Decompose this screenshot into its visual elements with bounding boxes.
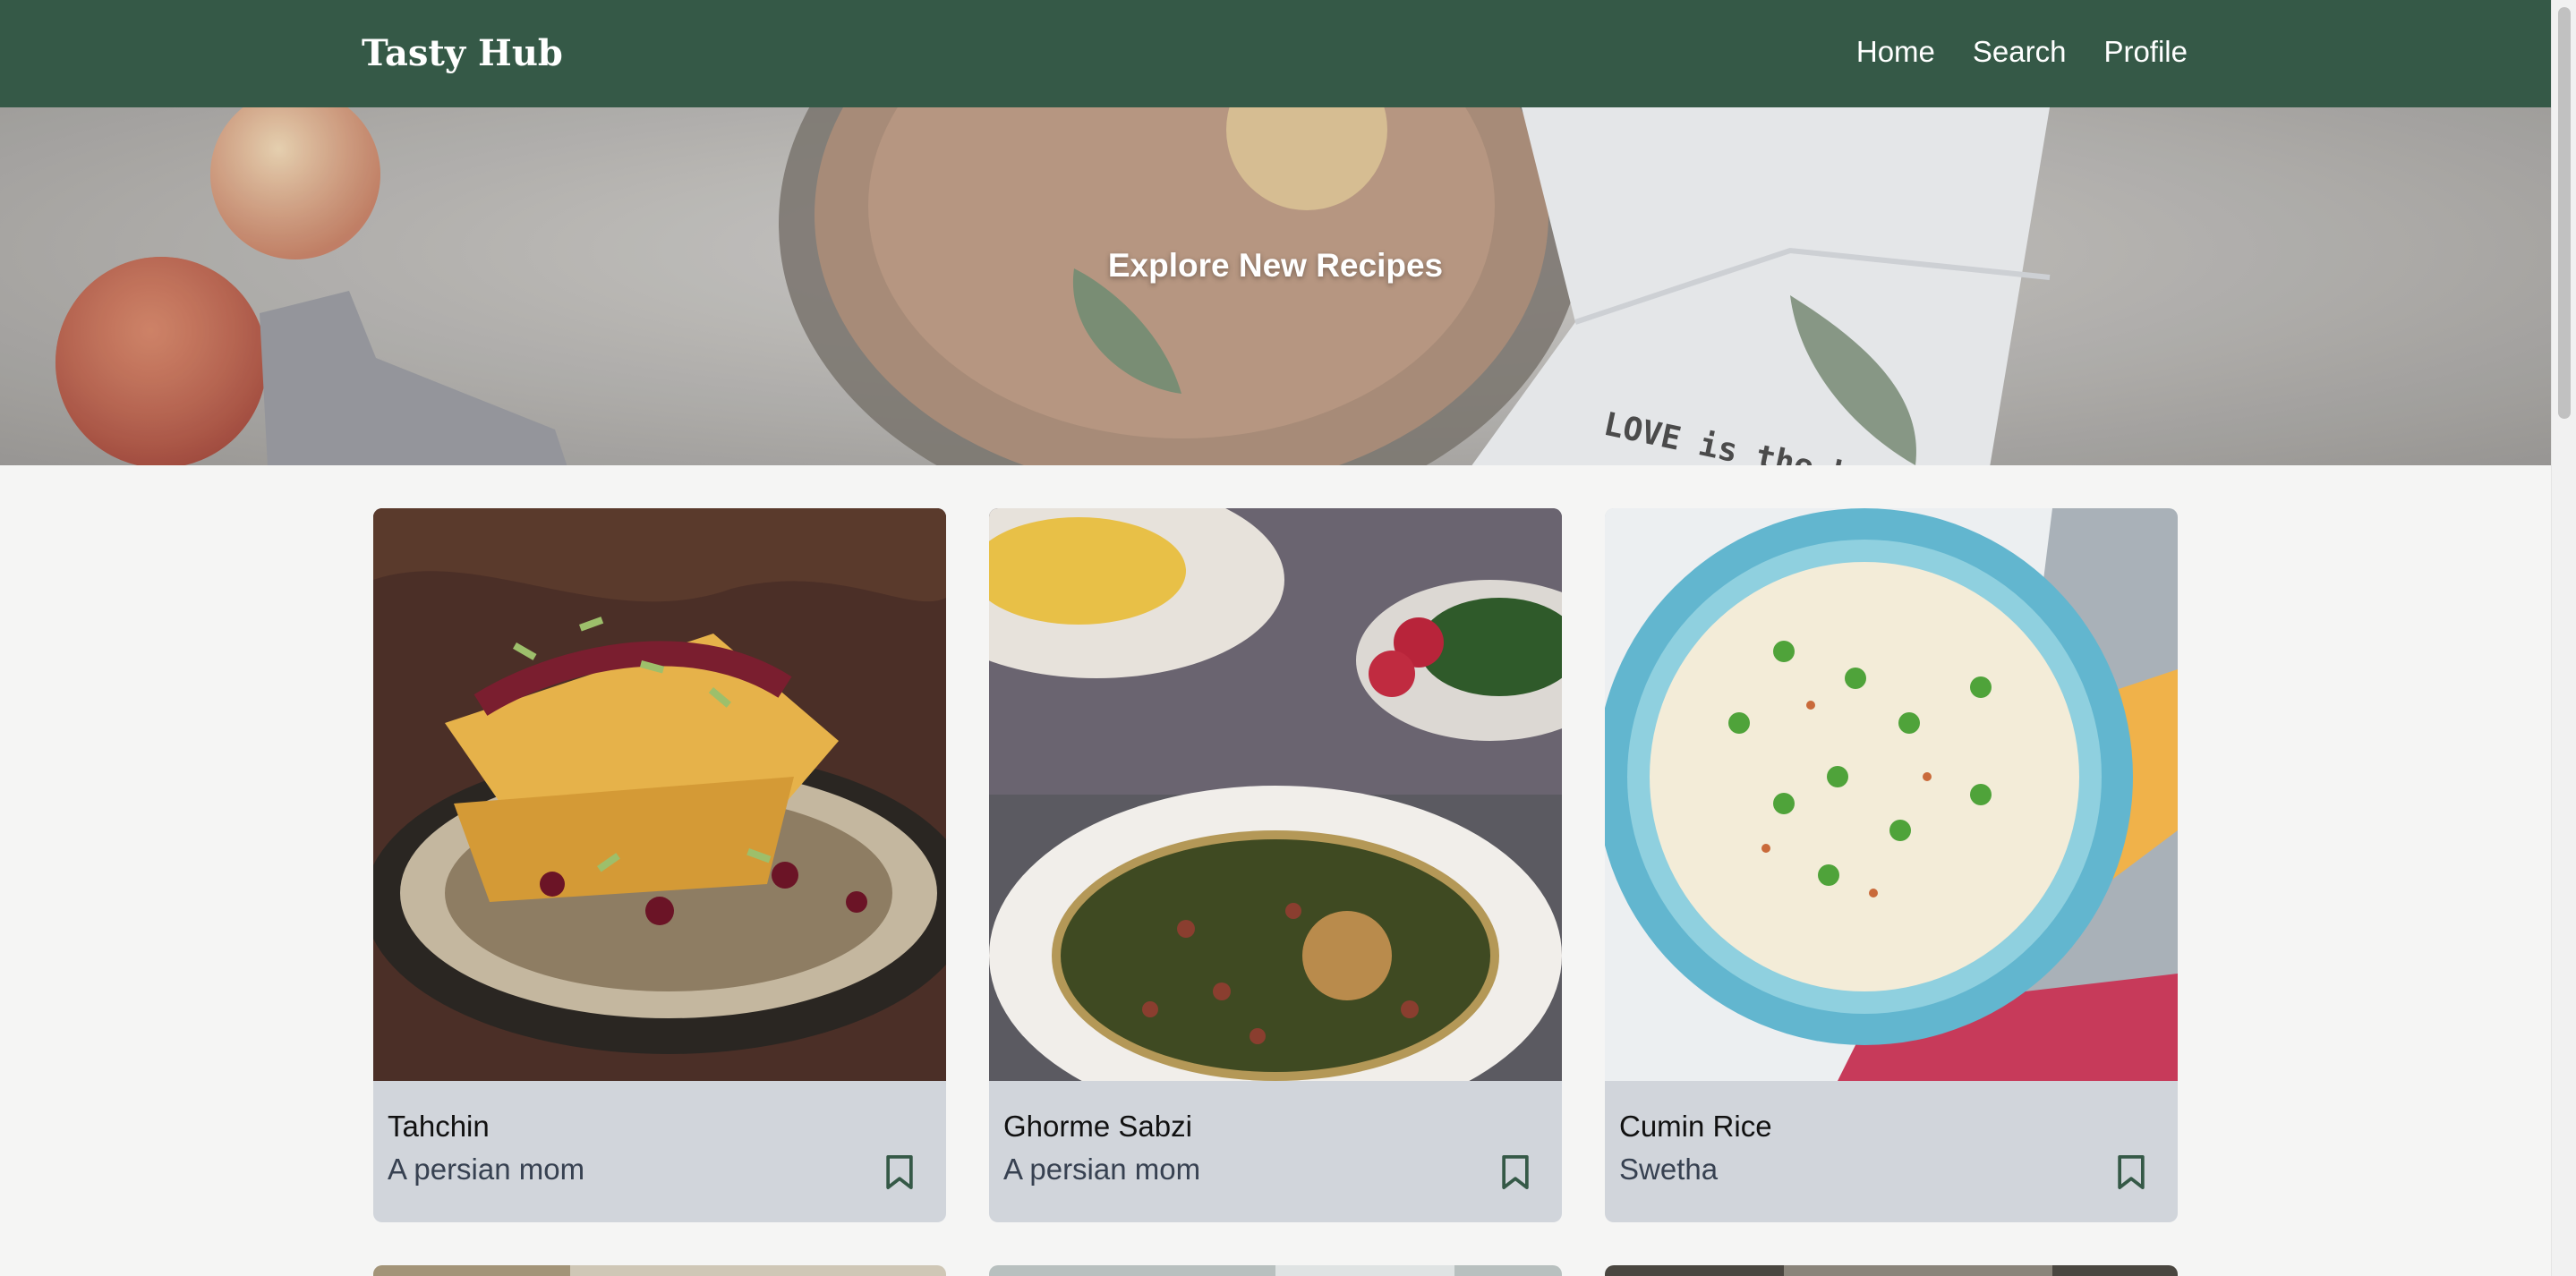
recipe-card[interactable]: Tahchin A persian mom: [373, 508, 946, 1222]
recipe-card[interactable]: Ghorme Sabzi A persian mom: [989, 508, 1562, 1222]
nav-links: Home Search Profile: [1856, 27, 2188, 77]
recipe-image[interactable]: [989, 508, 1562, 1081]
recipe-card[interactable]: Cumin Rice Swetha: [1605, 508, 2178, 1222]
app-logo[interactable]: Tasty Hub: [362, 27, 563, 81]
recipe-card-body: Cumin Rice Swetha: [1605, 1081, 2178, 1222]
nav-link-profile[interactable]: Profile: [2103, 27, 2188, 77]
hero-banner: LOVE is the best ingred Explore New Reci…: [0, 107, 2551, 465]
nav-link-search[interactable]: Search: [1973, 27, 2067, 77]
recipe-card-partial[interactable]: [989, 1265, 1562, 1276]
recipe-title[interactable]: Tahchin: [388, 1108, 490, 1145]
recipe-image[interactable]: [373, 508, 946, 1081]
bookmark-icon[interactable]: [1499, 1154, 1531, 1190]
bookmark-icon[interactable]: [2115, 1154, 2147, 1190]
scrollbar-thumb[interactable]: [2558, 7, 2571, 419]
recipe-author: A persian mom: [1003, 1153, 1201, 1186]
recipe-card-partial[interactable]: [1605, 1265, 2178, 1276]
recipe-author: A persian mom: [388, 1153, 585, 1186]
recipe-title[interactable]: Cumin Rice: [1619, 1108, 1772, 1145]
hero-title: Explore New Recipes: [1107, 247, 1444, 284]
recipe-author: Swetha: [1619, 1153, 1719, 1186]
recipe-title[interactable]: Ghorme Sabzi: [1003, 1108, 1192, 1145]
top-navbar: Tasty Hub Home Search Profile: [0, 0, 2551, 107]
recipe-card-body: Tahchin A persian mom: [373, 1081, 946, 1222]
bookmark-icon[interactable]: [883, 1154, 916, 1190]
recipe-image[interactable]: [1605, 508, 2178, 1081]
page: Tasty Hub Home Search Profile Explore Ne…: [0, 0, 2576, 1276]
page-scrollbar[interactable]: [2551, 0, 2576, 1276]
recipe-card-partial[interactable]: [373, 1265, 946, 1276]
recipe-card-body: Ghorme Sabzi A persian mom: [989, 1081, 1562, 1222]
nav-link-home[interactable]: Home: [1856, 27, 1935, 77]
